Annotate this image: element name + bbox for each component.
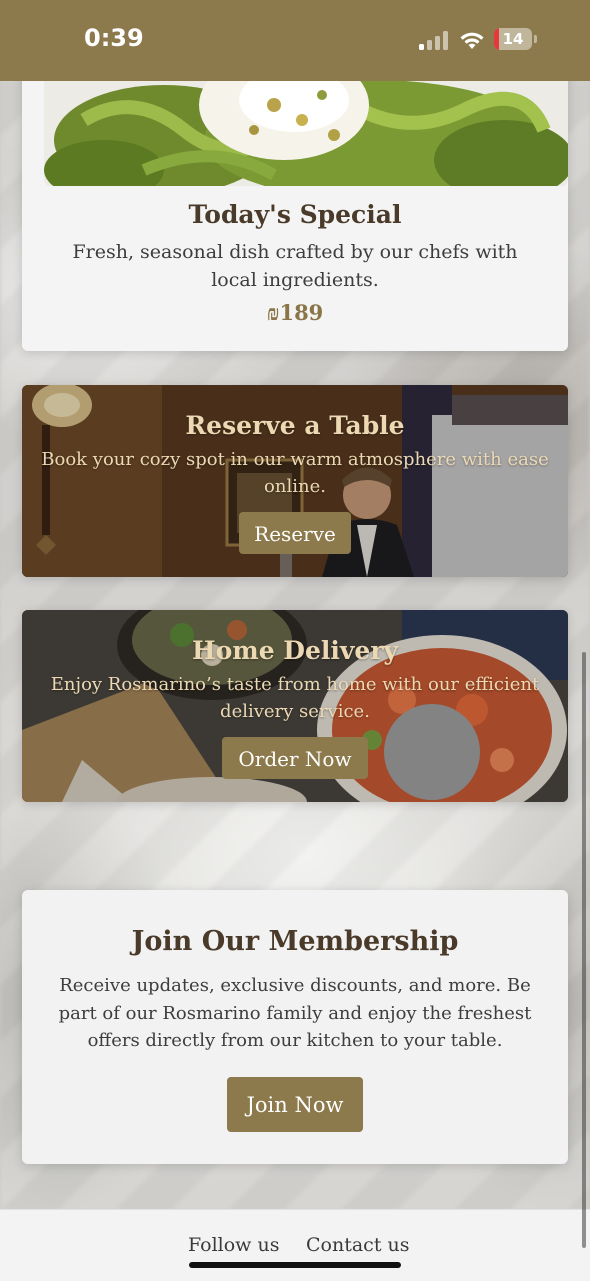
- follow-us-link[interactable]: Follow us: [188, 1234, 279, 1256]
- special-card[interactable]: Today's Special Fresh, seasonal dish cra…: [22, 60, 568, 351]
- delivery-title: Home Delivery: [191, 636, 399, 665]
- status-time: 0:39: [84, 24, 144, 52]
- cellular-signal-icon: [419, 30, 449, 50]
- scrollbar[interactable]: [582, 652, 586, 1248]
- delivery-card[interactable]: Home Delivery Enjoy Rosmarino’s taste fr…: [22, 610, 568, 802]
- home-indicator[interactable]: [189, 1262, 401, 1268]
- reserve-description: Book your cozy spot in our warm atmosphe…: [41, 449, 549, 497]
- delivery-description: Enjoy Rosmarino’s taste from home with o…: [50, 674, 540, 722]
- special-price: ₪189: [266, 300, 324, 325]
- reserve-button[interactable]: Reserve: [239, 512, 351, 554]
- special-description: Fresh, seasonal dish crafted by our chef…: [72, 241, 518, 291]
- special-title: Today's Special: [188, 200, 402, 229]
- reserve-card[interactable]: Reserve a Table Book your cozy spot in o…: [22, 385, 568, 577]
- membership-description: Receive updates, exclusive discounts, an…: [58, 975, 532, 1051]
- reserve-title: Reserve a Table: [185, 411, 405, 440]
- membership-title: Join Our Membership: [131, 926, 459, 957]
- join-now-button[interactable]: Join Now: [227, 1077, 363, 1132]
- order-now-button[interactable]: Order Now: [222, 737, 368, 779]
- contact-us-link[interactable]: Contact us: [306, 1234, 409, 1256]
- membership-card: Join Our Membership Receive updates, exc…: [22, 890, 568, 1164]
- battery-level: 14: [502, 30, 524, 48]
- battery-tip: [534, 35, 537, 43]
- status-bar: 0:39 14: [0, 0, 590, 81]
- wifi-icon: [460, 32, 484, 49]
- battery-icon: 14: [494, 28, 532, 50]
- footer: Follow us Contact us: [0, 1209, 590, 1281]
